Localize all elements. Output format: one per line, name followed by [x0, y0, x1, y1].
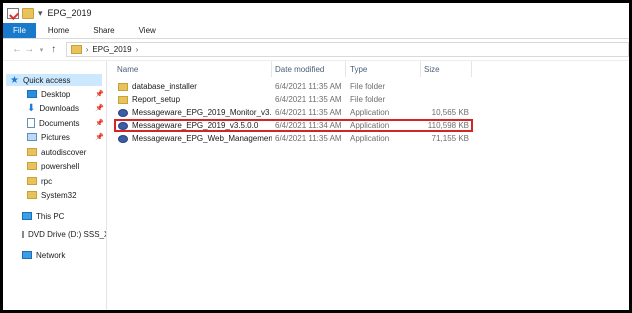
- address-bar[interactable]: › EPG_2019 ›: [65, 42, 629, 57]
- sidebar-item-quick-access[interactable]: ★ Quick access: [6, 74, 102, 86]
- column-divider[interactable]: [471, 61, 472, 77]
- breadcrumb-segment[interactable]: EPG_2019: [92, 45, 131, 54]
- star-icon: ★: [10, 74, 19, 86]
- navigation-pane: ★ Quick access Desktop 📌 ⬇ Downloads 📌 D…: [3, 61, 107, 310]
- folder-icon: [70, 45, 82, 54]
- file-row[interactable]: database_installer 6/4/2021 11:35 AM Fil…: [115, 81, 471, 93]
- folder-icon: [118, 96, 128, 104]
- file-type: Application: [350, 108, 390, 117]
- sidebar-item-rpc[interactable]: rpc: [27, 175, 52, 187]
- sidebar-item-system32[interactable]: System32: [27, 189, 77, 201]
- file-size: 71,155 KB: [431, 134, 469, 143]
- tab-view[interactable]: View: [127, 23, 168, 38]
- column-header-size[interactable]: Size: [424, 65, 440, 74]
- column-header-name[interactable]: Name: [117, 65, 138, 74]
- column-divider[interactable]: [345, 61, 346, 77]
- ribbon-tabs: File Home Share View: [3, 23, 629, 39]
- documents-icon: [27, 118, 35, 128]
- file-name: Messageware_EPG_Web_Management_v...: [132, 134, 272, 143]
- file-row[interactable]: Messageware_EPG_Web_Management_v... 6/4/…: [115, 133, 471, 145]
- chevron-right-icon[interactable]: ›: [136, 45, 139, 54]
- file-date: 6/4/2021 11:35 AM: [275, 82, 342, 91]
- folder-icon: [27, 148, 37, 156]
- file-name: Messageware_EPG_2019_Monitor_v3.5.0.0: [132, 108, 272, 117]
- sidebar-item-autodiscover[interactable]: autodiscover: [27, 146, 86, 158]
- file-date: 6/4/2021 11:35 AM: [275, 95, 342, 104]
- app-icon: [118, 135, 128, 143]
- properties-icon[interactable]: [7, 7, 19, 19]
- file-date: 6/4/2021 11:35 AM: [275, 134, 342, 143]
- folder-icon: [118, 83, 128, 91]
- file-type: Application: [350, 134, 390, 143]
- file-size: 10,565 KB: [431, 108, 469, 117]
- highlight-box: [114, 119, 473, 132]
- file-size: [421, 94, 469, 106]
- pc-icon: [22, 212, 32, 220]
- download-icon: ⬇: [27, 102, 36, 114]
- sidebar-item-downloads[interactable]: ⬇ Downloads: [27, 102, 79, 114]
- folder-icon: [27, 191, 37, 199]
- pin-icon[interactable]: 📌: [95, 104, 104, 112]
- file-row[interactable]: Report_setup 6/4/2021 11:35 AM File fold…: [115, 94, 471, 106]
- network-icon: [22, 251, 32, 259]
- window-title: EPG_2019: [47, 8, 92, 18]
- new-folder-icon[interactable]: [22, 7, 34, 19]
- column-divider[interactable]: [420, 61, 421, 77]
- file-row[interactable]: Messageware_EPG_2019_Monitor_v3.5.0.0 6/…: [115, 107, 471, 119]
- explorer-window: ▾ EPG_2019 File Home Share View ← → ▾ ↑ …: [3, 3, 629, 310]
- file-date: 6/4/2021 11:35 AM: [275, 108, 342, 117]
- folder-icon: [27, 177, 37, 185]
- column-header-date[interactable]: Date modified: [275, 65, 324, 74]
- sidebar-item-powershell[interactable]: powershell: [27, 160, 79, 172]
- file-name: Report_setup: [132, 95, 181, 104]
- file-size: [421, 81, 469, 93]
- sidebar-item-desktop[interactable]: Desktop: [27, 88, 70, 100]
- sidebar-item-documents[interactable]: Documents: [27, 117, 79, 129]
- pictures-icon: [27, 133, 37, 141]
- tab-home[interactable]: Home: [36, 23, 81, 38]
- recent-locations-icon[interactable]: ▾: [35, 46, 47, 54]
- tab-share[interactable]: Share: [81, 23, 126, 38]
- up-icon[interactable]: ↑: [48, 44, 60, 55]
- desktop-icon: [27, 90, 37, 98]
- forward-icon[interactable]: →: [23, 44, 35, 55]
- file-type: File folder: [350, 95, 386, 104]
- pin-icon[interactable]: 📌: [95, 119, 104, 127]
- file-name: database_installer: [132, 82, 197, 91]
- sidebar-item-pictures[interactable]: Pictures: [27, 131, 70, 143]
- file-list: Name Date modified Type Size database_in…: [107, 61, 629, 310]
- tab-file[interactable]: File: [3, 23, 36, 38]
- chevron-right-icon[interactable]: ›: [86, 45, 89, 54]
- file-type: File folder: [350, 82, 386, 91]
- dvd-icon: [22, 230, 24, 238]
- column-divider[interactable]: [271, 61, 272, 77]
- app-icon: [118, 109, 128, 117]
- pin-icon[interactable]: 📌: [95, 133, 104, 141]
- folder-icon: [27, 162, 37, 170]
- column-header-type[interactable]: Type: [350, 65, 367, 74]
- pin-icon[interactable]: 📌: [95, 90, 104, 98]
- sidebar-item-this-pc[interactable]: This PC: [22, 210, 64, 222]
- title-bar: ▾ EPG_2019: [3, 3, 629, 23]
- sidebar-item-network[interactable]: Network: [22, 249, 65, 261]
- customize-toolbar-icon[interactable]: ▾: [38, 8, 43, 19]
- navigation-bar: ← → ▾ ↑ › EPG_2019 ›: [3, 39, 629, 61]
- sidebar-item-dvd-drive[interactable]: DVD Drive (D:) SSS_X6: [22, 228, 106, 240]
- back-icon[interactable]: ←: [11, 44, 23, 55]
